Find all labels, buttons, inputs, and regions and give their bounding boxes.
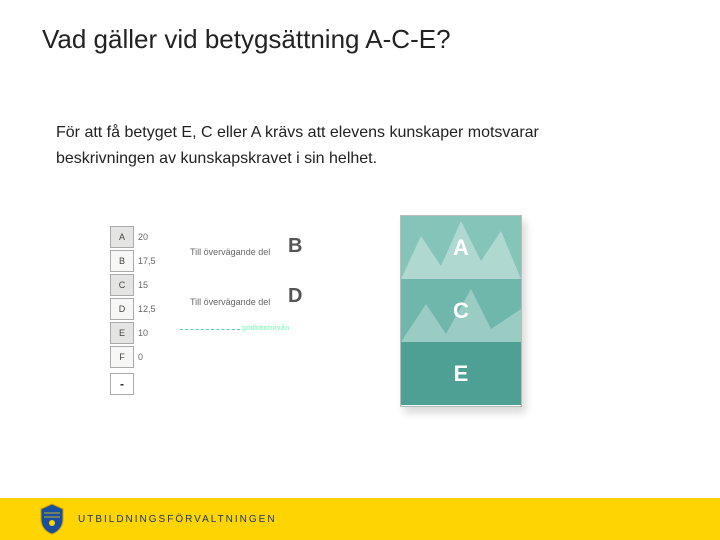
grade-row-e: E 10 xyxy=(110,321,180,345)
grade-value-c: 15 xyxy=(138,280,170,290)
grade-cell-e: E xyxy=(110,322,134,344)
stockholm-logo-icon xyxy=(38,503,66,535)
grade-cell-b: B xyxy=(110,250,134,272)
grade-row-c: C 15 xyxy=(110,273,180,297)
body-text: För att få betyget E, C eller A krävs at… xyxy=(56,120,616,172)
ace-block-e: E xyxy=(401,342,521,405)
godkant-line xyxy=(180,329,240,330)
slide-title: Vad gäller vid betygsättning A-C-E? xyxy=(42,24,451,55)
label-b: B xyxy=(288,235,302,258)
footer-org: UTBILDNINGSFÖRVALTNINGEN xyxy=(78,514,277,525)
grade-cell-a: A xyxy=(110,226,134,248)
grade-cell-c: C xyxy=(110,274,134,296)
grade-row-f: F 0 xyxy=(110,345,180,369)
label-d-desc: Till övervägande del xyxy=(190,297,270,307)
ace-block-c: C xyxy=(401,279,521,342)
label-b-desc: Till övervägande del xyxy=(190,247,270,257)
grade-table: A 20 B 17,5 C 15 D 12,5 E 10 F 0 xyxy=(110,225,180,395)
slide: Vad gäller vid betygsättning A-C-E? För … xyxy=(0,0,720,540)
godkant-label: godkäntnivån xyxy=(242,325,290,332)
grade-row-b: B 17,5 xyxy=(110,249,180,273)
ace-column: A C E xyxy=(400,215,522,407)
grade-cell-d: D xyxy=(110,298,134,320)
grade-dash: - xyxy=(110,373,134,395)
grade-value-d: 12,5 xyxy=(138,304,170,314)
grade-value-e: 10 xyxy=(138,328,170,338)
grading-diagram: A 20 B 17,5 C 15 D 12,5 E 10 F 0 xyxy=(110,225,580,425)
footer-bar: UTBILDNINGSFÖRVALTNINGEN xyxy=(0,498,720,540)
grade-cell-f: F xyxy=(110,346,134,368)
ace-label-a: A xyxy=(453,235,469,261)
grade-value-a: 20 xyxy=(138,232,170,242)
grade-value-f: 0 xyxy=(138,352,170,362)
ace-label-c: C xyxy=(453,298,469,324)
grade-row-a: A 20 xyxy=(110,225,180,249)
label-d: D xyxy=(288,285,302,308)
ace-block-a: A xyxy=(401,216,521,279)
grade-row-d: D 12,5 xyxy=(110,297,180,321)
mid-area: Till övervägande del B Till övervägande … xyxy=(190,225,370,375)
ace-label-e: E xyxy=(454,361,469,387)
grade-value-b: 17,5 xyxy=(138,256,170,266)
